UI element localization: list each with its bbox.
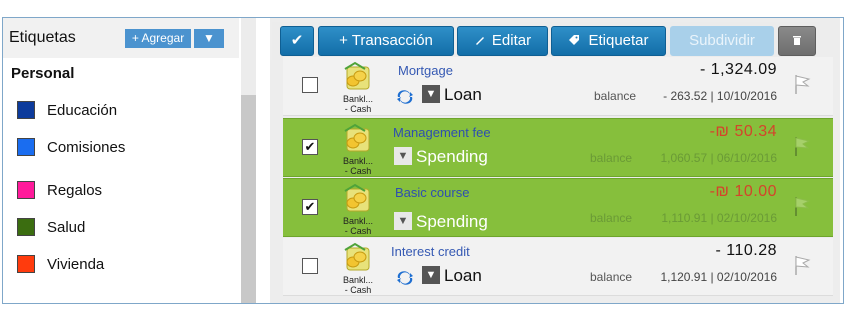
category-label[interactable]: Spending — [416, 147, 488, 167]
balance-label: balance — [590, 151, 633, 165]
payee-label[interactable]: Management fee — [393, 125, 491, 140]
row-checkbox[interactable]: ✔ — [302, 139, 318, 155]
row-checkbox[interactable] — [302, 77, 318, 93]
tag-item-comisiones[interactable]: Comisiones — [17, 136, 125, 158]
amount: -₪ 50.34 — [709, 123, 777, 140]
transaction-row[interactable]: Bankl... - Cash Interest credit ▼ Loan - … — [283, 238, 833, 296]
tag-label: Educación — [47, 101, 118, 119]
balance-value: 1,120.91 | 02/10/2016 — [660, 270, 777, 284]
split-button[interactable]: Subdividir — [670, 26, 774, 56]
flag-icon[interactable] — [793, 135, 813, 157]
balance-label: balance — [590, 270, 633, 284]
tag-item-salud[interactable]: Salud — [17, 216, 85, 238]
tag-button[interactable]: Etiquetar — [551, 26, 666, 56]
recurring-icon — [397, 271, 413, 285]
add-tag-button[interactable]: + Agregar — [125, 29, 191, 48]
flag-icon[interactable] — [793, 254, 813, 276]
tag-icon — [569, 35, 580, 45]
payee-label[interactable]: Interest credit — [391, 244, 470, 259]
cash-account-icon — [344, 183, 370, 212]
tag-color-swatch — [17, 138, 35, 156]
flag-icon[interactable] — [793, 73, 813, 95]
select-all-button[interactable]: ✔ — [280, 26, 314, 56]
balance-label: balance — [590, 211, 633, 225]
tag-label: Comisiones — [47, 138, 126, 156]
sidebar-header: Etiquetas + Agregar ▼ — [3, 18, 239, 58]
tag-label: Salud — [47, 218, 86, 236]
payee-label[interactable]: Mortgage — [398, 63, 453, 78]
row-checkbox[interactable]: ✔ — [302, 199, 318, 215]
tag-item-vivienda[interactable]: Vivienda — [17, 253, 104, 275]
account-name: Bankl... - Cash — [342, 216, 373, 236]
account-name: Bankl... - Cash — [342, 275, 373, 295]
account-name: Bankl... - Cash — [342, 94, 373, 114]
sidebar-scrollbar-thumb[interactable] — [241, 95, 256, 303]
category-dropdown-icon[interactable]: ▼ — [394, 212, 412, 230]
balance-value: - 263.52 | 10/10/2016 — [663, 89, 777, 103]
tag-item-regalos[interactable]: Regalos — [17, 179, 102, 201]
pencil-icon — [475, 37, 484, 45]
flag-icon[interactable] — [793, 195, 813, 217]
amount: - 1,324.09 — [699, 61, 777, 78]
category-label[interactable]: Loan — [444, 85, 482, 105]
amount: - 110.28 — [715, 242, 777, 259]
tag-color-swatch — [17, 101, 35, 119]
tag-color-swatch — [17, 181, 35, 199]
transaction-row[interactable]: Bankl... - Cash Mortgage ▼ Loan - 1,324.0… — [283, 57, 833, 116]
tag-label: Regalos — [47, 181, 103, 199]
recurring-icon — [397, 90, 413, 104]
transaction-row[interactable]: ✔ Bankl... - Cash Basic course ▼ Spending… — [283, 178, 833, 237]
edit-button-label: Editar — [491, 32, 532, 49]
balance-value: 1,110.91 | 02/10/2016 — [661, 211, 777, 225]
delete-button[interactable] — [778, 26, 816, 56]
tag-label: Vivienda — [47, 255, 105, 273]
category-dropdown-icon[interactable]: ▼ — [422, 85, 440, 103]
cash-account-icon — [344, 61, 370, 90]
category-dropdown-icon[interactable]: ▼ — [422, 266, 440, 284]
tag-button-label: Etiquetar — [588, 32, 649, 49]
tag-item-educacion[interactable]: Educación — [17, 99, 117, 121]
transaction-row[interactable]: ✔ Bankl... - Cash Management fee ▼ Spendi… — [283, 118, 833, 177]
tag-color-swatch — [17, 255, 35, 273]
account-name: Bankl... - Cash — [342, 156, 373, 176]
balance-label: balance — [594, 89, 637, 103]
tag-dropdown-button[interactable]: ▼ — [194, 29, 224, 48]
edit-button[interactable]: Editar — [457, 26, 548, 56]
sidebar-title: Etiquetas — [9, 29, 76, 46]
row-checkbox[interactable] — [302, 258, 318, 274]
tags-sidebar: Etiquetas + Agregar ▼ Personal Educación… — [3, 18, 258, 303]
category-label[interactable]: Spending — [416, 212, 488, 232]
payee-label[interactable]: Basic course — [395, 185, 469, 200]
add-transaction-button[interactable]: + Transacción — [318, 26, 454, 56]
category-dropdown-icon[interactable]: ▼ — [394, 147, 412, 165]
tag-color-swatch — [17, 218, 35, 236]
amount: -₪ 10.00 — [709, 183, 777, 200]
cash-account-icon — [344, 242, 370, 271]
trash-icon — [793, 36, 801, 45]
cash-account-icon — [344, 123, 370, 152]
balance-value: 1,060.57 | 06/10/2016 — [660, 151, 777, 165]
tag-group-heading: Personal — [11, 65, 75, 82]
category-label[interactable]: Loan — [444, 266, 482, 286]
